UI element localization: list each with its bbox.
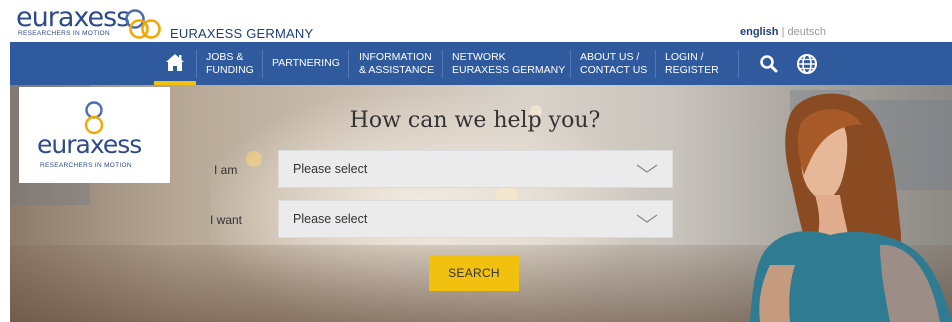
nav-divider — [262, 50, 263, 78]
logo-wordmark: euraxess — [16, 2, 130, 33]
nav-divider — [655, 50, 656, 78]
language-english[interactable]: english — [740, 26, 779, 38]
home-icon — [166, 54, 184, 71]
language-deutsch[interactable]: deutsch — [788, 26, 827, 38]
language-switcher: english | deutsch — [740, 26, 826, 38]
globe-icon[interactable] — [796, 53, 818, 75]
logo-card-tagline: RESEARCHERS IN MOTION — [40, 162, 132, 169]
nav-divider — [738, 50, 739, 78]
nav-information-assistance[interactable]: INFORMATION & ASSISTANCE — [359, 42, 439, 85]
i-am-select-value: Please select — [293, 162, 368, 176]
bokeh-light — [246, 151, 262, 167]
top-header: euraxess RESEARCHERS IN MOTION EURAXESS … — [0, 0, 952, 42]
nav-divider — [442, 50, 443, 78]
i-am-label: I am — [214, 163, 238, 177]
main-nav: JOBS & FUNDING PARTNERING INFORMATION & … — [10, 42, 952, 85]
nav-home[interactable] — [154, 42, 196, 85]
logo-card[interactable]: euraxess RESEARCHERS IN MOTION — [19, 87, 170, 183]
search-icon[interactable] — [758, 53, 780, 75]
chevron-down-icon — [636, 164, 658, 173]
logo-card-wordmark: euraxess — [37, 130, 142, 159]
i-want-select[interactable]: Please select — [278, 200, 673, 238]
nav-divider — [570, 50, 571, 78]
i-want-select-value: Please select — [293, 212, 368, 226]
nav-partnering[interactable]: PARTNERING — [272, 42, 344, 85]
nav-login-register[interactable]: LOGIN / REGISTER — [665, 42, 735, 85]
nav-jobs-funding[interactable]: JOBS & FUNDING — [206, 42, 261, 85]
nav-about-contact[interactable]: ABOUT US / CONTACT US — [580, 42, 652, 85]
language-separator: | — [781, 26, 785, 38]
nav-divider — [348, 50, 349, 78]
chevron-down-icon — [636, 214, 658, 223]
logo-tagline: RESEARCHERS IN MOTION — [18, 30, 110, 37]
euraxess-logo[interactable]: euraxess RESEARCHERS IN MOTION — [16, 2, 161, 40]
search-button[interactable]: SEARCH — [429, 255, 519, 291]
nav-divider — [196, 50, 197, 78]
woman-photo — [750, 93, 952, 322]
i-want-label: I want — [210, 213, 243, 227]
hero-headline: How can we help you? — [349, 108, 601, 133]
page: euraxess RESEARCHERS IN MOTION EURAXESS … — [0, 0, 952, 322]
site-title[interactable]: EURAXESS GERMANY — [170, 26, 313, 41]
logo-rings-icon — [125, 9, 161, 39]
i-am-select[interactable]: Please select — [278, 150, 673, 188]
nav-network[interactable]: NETWORK EURAXESS GERMANY — [452, 42, 572, 85]
